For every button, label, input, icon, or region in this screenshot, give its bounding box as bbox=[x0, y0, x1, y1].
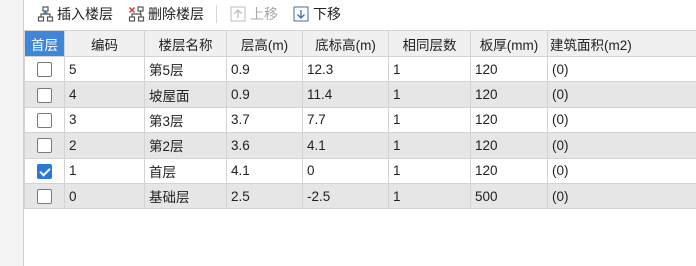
move-up-icon bbox=[229, 5, 247, 23]
floor-name-cell[interactable]: 首层 bbox=[144, 157, 227, 184]
first-floor-cell[interactable] bbox=[24, 132, 65, 159]
same-count-cell[interactable]: 1 bbox=[388, 106, 471, 134]
code-cell[interactable]: 3 bbox=[64, 106, 145, 134]
col-header-slab-thickness[interactable]: 板厚(mm) bbox=[470, 30, 548, 57]
code-cell[interactable]: 2 bbox=[64, 132, 145, 159]
height-cell[interactable]: 3.6 bbox=[226, 132, 303, 159]
floor-name-cell[interactable]: 第2层 bbox=[144, 132, 227, 159]
move-up-button[interactable]: 上移 bbox=[225, 2, 282, 26]
area-cell[interactable]: (0) bbox=[547, 55, 696, 83]
move-down-icon bbox=[292, 5, 310, 23]
slab-thickness-cell[interactable]: 120 bbox=[470, 55, 548, 83]
bottom-elevation-cell[interactable]: -2.5 bbox=[302, 182, 389, 210]
area-cell[interactable]: (0) bbox=[547, 81, 696, 108]
code-cell[interactable]: 5 bbox=[64, 55, 145, 83]
col-header-floor-name[interactable]: 楼层名称 bbox=[144, 30, 227, 57]
table-row[interactable]: 0 基础层 2.5 -2.5 1 500 (0) bbox=[24, 182, 696, 210]
move-down-label: 下移 bbox=[313, 6, 341, 22]
slab-thickness-cell[interactable]: 120 bbox=[470, 81, 548, 108]
insert-floor-button[interactable]: 插入楼层 bbox=[32, 2, 117, 26]
insert-floor-label: 插入楼层 bbox=[57, 6, 113, 22]
delete-floor-label: 删除楼层 bbox=[148, 6, 204, 22]
floor-name-cell[interactable]: 坡屋面 bbox=[144, 81, 227, 108]
floor-name-cell[interactable]: 第5层 bbox=[144, 55, 227, 83]
first-floor-checkbox[interactable] bbox=[37, 189, 52, 205]
floor-name-cell[interactable]: 第3层 bbox=[144, 106, 227, 134]
toolbar-divider bbox=[216, 5, 217, 23]
area-cell[interactable]: (0) bbox=[547, 132, 696, 159]
same-count-cell[interactable]: 1 bbox=[388, 81, 471, 108]
slab-thickness-cell[interactable]: 500 bbox=[470, 182, 548, 210]
area-cell[interactable]: (0) bbox=[547, 106, 696, 134]
slab-thickness-cell[interactable]: 120 bbox=[470, 157, 548, 184]
table-row[interactable]: 5 第5层 0.9 12.3 1 120 (0) bbox=[24, 55, 696, 83]
height-cell[interactable]: 4.1 bbox=[226, 157, 303, 184]
col-header-bottom-elevation[interactable]: 底标高(m) bbox=[302, 30, 389, 57]
first-floor-checkbox[interactable] bbox=[37, 62, 52, 78]
col-header-same-count[interactable]: 相同层数 bbox=[388, 30, 471, 57]
delete-floor-button[interactable]: 删除楼层 bbox=[123, 2, 208, 26]
table-row[interactable]: 1 首层 4.1 0 1 120 (0) bbox=[24, 157, 696, 184]
delete-floor-icon bbox=[127, 5, 145, 23]
code-cell[interactable]: 1 bbox=[64, 157, 145, 184]
same-count-cell[interactable]: 1 bbox=[388, 157, 471, 184]
first-floor-cell[interactable] bbox=[24, 55, 65, 83]
slab-thickness-cell[interactable]: 120 bbox=[470, 132, 548, 159]
col-header-first-floor[interactable]: 首层 bbox=[24, 30, 65, 57]
code-cell[interactable]: 0 bbox=[64, 182, 145, 210]
same-count-cell[interactable]: 1 bbox=[388, 55, 471, 83]
floor-table: 首层 编码 楼层名称 层高(m) 底标高(m) 相同层数 板厚(mm) 建筑面积… bbox=[24, 30, 696, 210]
slab-thickness-cell[interactable]: 120 bbox=[470, 106, 548, 134]
left-panel-edge bbox=[0, 0, 24, 266]
height-cell[interactable]: 2.5 bbox=[226, 182, 303, 210]
table-row[interactable]: 3 第3层 3.7 7.7 1 120 (0) bbox=[24, 106, 696, 134]
height-cell[interactable]: 0.9 bbox=[226, 81, 303, 108]
first-floor-checkbox[interactable] bbox=[37, 138, 52, 154]
height-cell[interactable]: 3.7 bbox=[226, 106, 303, 134]
floor-name-cell[interactable]: 基础层 bbox=[144, 182, 227, 210]
bottom-elevation-cell[interactable]: 0 bbox=[302, 157, 389, 184]
col-header-area[interactable]: 建筑面积(m2) bbox=[547, 30, 696, 57]
insert-floor-icon bbox=[36, 5, 54, 23]
floor-toolbar: 插入楼层 删除楼层 上移 下移 bbox=[24, 0, 696, 28]
table-header-row: 首层 编码 楼层名称 层高(m) 底标高(m) 相同层数 板厚(mm) 建筑面积… bbox=[24, 30, 696, 57]
first-floor-cell[interactable] bbox=[24, 81, 65, 108]
move-down-button[interactable]: 下移 bbox=[288, 2, 345, 26]
area-cell[interactable]: (0) bbox=[547, 182, 696, 210]
first-floor-cell[interactable] bbox=[24, 106, 65, 134]
table-row[interactable]: 2 第2层 3.6 4.1 1 120 (0) bbox=[24, 132, 696, 159]
bottom-elevation-cell[interactable]: 7.7 bbox=[302, 106, 389, 134]
bottom-elevation-cell[interactable]: 12.3 bbox=[302, 55, 389, 83]
first-floor-cell[interactable] bbox=[24, 182, 65, 210]
first-floor-cell[interactable] bbox=[24, 157, 65, 184]
code-cell[interactable]: 4 bbox=[64, 81, 145, 108]
col-header-height[interactable]: 层高(m) bbox=[226, 30, 303, 57]
first-floor-checkbox[interactable] bbox=[37, 163, 52, 179]
bottom-elevation-cell[interactable]: 11.4 bbox=[302, 81, 389, 108]
height-cell[interactable]: 0.9 bbox=[226, 55, 303, 83]
area-cell[interactable]: (0) bbox=[547, 157, 696, 184]
same-count-cell[interactable]: 1 bbox=[388, 182, 471, 210]
same-count-cell[interactable]: 1 bbox=[388, 132, 471, 159]
table-row[interactable]: 4 坡屋面 0.9 11.4 1 120 (0) bbox=[24, 81, 696, 108]
first-floor-checkbox[interactable] bbox=[37, 112, 52, 128]
col-header-code[interactable]: 编码 bbox=[64, 30, 145, 57]
move-up-label: 上移 bbox=[250, 6, 278, 22]
bottom-elevation-cell[interactable]: 4.1 bbox=[302, 132, 389, 159]
first-floor-checkbox[interactable] bbox=[37, 87, 52, 103]
